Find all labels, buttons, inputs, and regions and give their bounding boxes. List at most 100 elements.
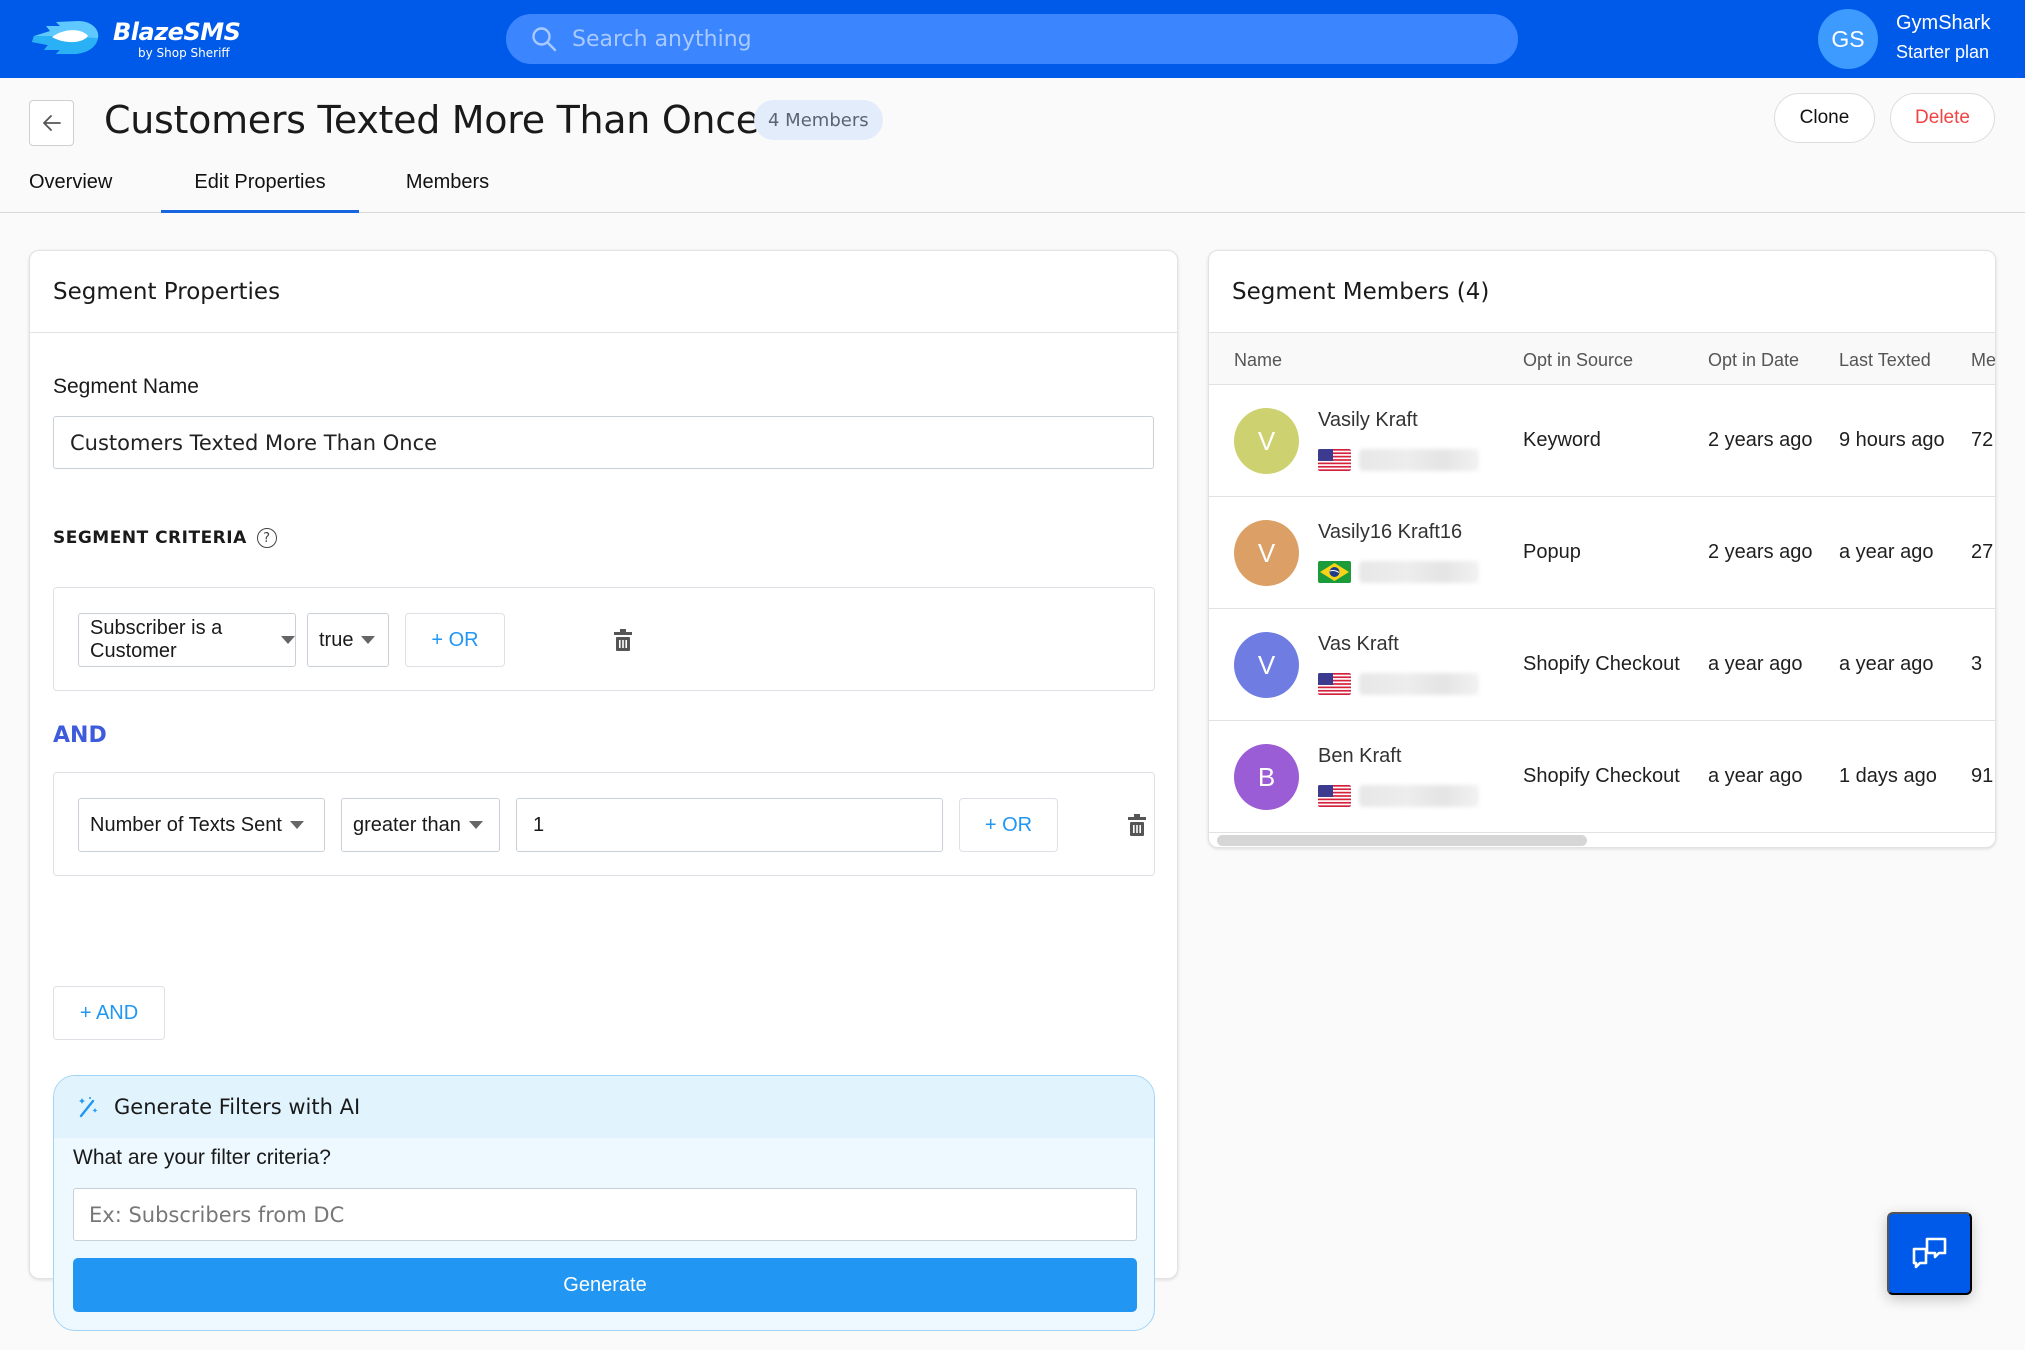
tab-members[interactable]: Members [380, 158, 515, 213]
member-opt-in-date: 2 years ago [1708, 429, 1813, 451]
column-header-opt-in-source[interactable]: Opt in Source [1523, 350, 1633, 371]
member-name[interactable]: Vasily Kraft [1318, 409, 1418, 432]
member-opt-in-source: Keyword [1523, 429, 1601, 451]
rule-field-value: Subscriber is a Customer [90, 617, 223, 662]
user-name[interactable]: GymShark [1896, 12, 1990, 35]
member-avatar: V [1234, 408, 1299, 474]
member-row[interactable]: V Vasily Kraft Keyword 2 years ago 9 hours a… [1209, 385, 1995, 497]
chat-bubbles-icon [1912, 1237, 1946, 1268]
member-name[interactable]: Ben Kraft [1318, 745, 1401, 768]
criteria-rule: Subscriber is a Customer true + OR [53, 587, 1155, 691]
rule-operator-select[interactable]: true [307, 613, 389, 667]
question-circle-icon[interactable]: ? [256, 528, 277, 548]
add-and-button[interactable]: + AND [53, 986, 165, 1040]
member-opt-in-source: Shopify Checkout [1523, 765, 1680, 787]
segment-criteria-label: SEGMENT CRITERIA [53, 528, 247, 548]
rule-operator-value: true [319, 628, 354, 651]
us-flag-icon [1318, 449, 1351, 471]
chevron-down-icon [281, 636, 295, 644]
add-or-button[interactable]: + OR [959, 798, 1058, 852]
chevron-down-icon [289, 821, 304, 829]
segment-members-count: (4) [1456, 279, 1490, 305]
rule-field-value: Number of Texts Sent [90, 813, 282, 836]
us-flag-icon [1318, 785, 1351, 807]
user-avatar[interactable]: GS [1818, 9, 1878, 69]
member-row[interactable]: V Vasily16 Kraft16 Popup 2 years ago a year … [1209, 497, 1995, 609]
brand: BlazeSMS by Shop Sheriff [113, 18, 241, 60]
brand-name: BlazeSMS [113, 18, 241, 46]
segment-name-label: Segment Name [53, 375, 199, 398]
search-icon [532, 27, 557, 52]
segment-properties-title: Segment Properties [30, 251, 1177, 333]
brazil-flag-icon [1318, 561, 1351, 583]
user-plan: Starter plan [1896, 42, 1990, 62]
segment-name-input[interactable] [53, 416, 1154, 469]
add-or-button[interactable]: + OR [405, 613, 505, 667]
chevron-down-icon [361, 636, 376, 644]
rule-operator-select[interactable]: greater than [341, 798, 500, 852]
top-bar: BlazeSMS by Shop Sheriff GS GymShark Sta… [0, 0, 2025, 78]
member-last-texted: a year ago [1839, 653, 1934, 675]
member-opt-in-source: Shopify Checkout [1523, 653, 1680, 675]
member-phone-redacted [1359, 561, 1479, 583]
segment-criteria-heading: SEGMENT CRITERIA ? [53, 528, 277, 548]
member-avatar: V [1234, 632, 1299, 698]
members-table-header: Name Opt in Source Opt in Date Last Text… [1209, 333, 1995, 385]
member-phone-redacted [1359, 449, 1479, 471]
trash-icon[interactable] [613, 628, 633, 652]
segment-members-title: Segment Members [1232, 279, 1450, 305]
generate-button[interactable]: Generate [73, 1258, 1137, 1312]
criteria-rule: Number of Texts Sent greater than + OR [53, 772, 1155, 876]
column-header-name[interactable]: Name [1234, 350, 1282, 371]
trash-icon[interactable] [1127, 813, 1147, 837]
column-header-opt-in-date[interactable]: Opt in Date [1708, 350, 1799, 371]
member-messages: 72 [1971, 429, 1994, 451]
rule-field-select[interactable]: Subscriber is a Customer [78, 613, 296, 667]
member-row[interactable]: B Ben Kraft Shopify Checkout a year ago 1 da… [1209, 721, 1995, 833]
members-count-badge: 4 Members [754, 100, 883, 140]
member-name[interactable]: Vas Kraft [1318, 633, 1399, 656]
arrow-left-icon [42, 115, 61, 131]
ai-filter-header: Generate Filters with AI [54, 1076, 1154, 1138]
chat-support-button[interactable] [1887, 1212, 1972, 1295]
column-header-messages[interactable]: Me [1971, 350, 1995, 371]
member-avatar: B [1234, 744, 1299, 810]
member-last-texted: a year ago [1839, 541, 1934, 563]
member-name[interactable]: Vasily16 Kraft16 [1318, 521, 1462, 544]
member-row[interactable]: V Vas Kraft Shopify Checkout a year ago a ye… [1209, 609, 1995, 721]
clone-button[interactable]: Clone [1774, 93, 1875, 143]
horizontal-scrollbar[interactable] [1217, 835, 1587, 846]
member-avatar: V [1234, 520, 1299, 586]
member-opt-in-source: Popup [1523, 541, 1581, 563]
search-bar[interactable] [506, 14, 1518, 64]
member-opt-in-date: a year ago [1708, 765, 1803, 787]
magic-wand-icon [79, 1097, 98, 1118]
ai-filter-question: What are your filter criteria? [73, 1146, 331, 1169]
segment-properties-card: Segment Properties Segment Name SEGMENT … [29, 250, 1178, 1331]
member-opt-in-date: a year ago [1708, 653, 1803, 675]
member-phone-redacted [1359, 673, 1479, 695]
tab-edit-properties[interactable]: Edit Properties [161, 158, 359, 213]
ai-filter-input[interactable] [73, 1188, 1137, 1241]
search-input[interactable] [572, 26, 1472, 52]
ai-filter-title: Generate Filters with AI [114, 1095, 361, 1119]
back-button[interactable] [29, 100, 74, 146]
tab-bar: Overview Edit Properties Members [0, 158, 2025, 213]
delete-button[interactable]: Delete [1890, 93, 1995, 143]
chevron-down-icon [468, 821, 483, 829]
ai-filter-generator: Generate Filters with AI What are your f… [53, 1075, 1155, 1331]
and-connector-label: AND [53, 723, 107, 748]
tab-overview[interactable]: Overview [29, 158, 129, 213]
member-last-texted: 1 days ago [1839, 765, 1937, 787]
member-phone-redacted [1359, 785, 1479, 807]
blazesms-logo-icon[interactable] [30, 14, 100, 62]
segment-members-heading: Segment Members (4) [1209, 251, 1995, 333]
member-last-texted: 9 hours ago [1839, 429, 1945, 451]
page-title: Customers Texted More Than Once [104, 98, 759, 142]
rule-value-input[interactable] [516, 798, 943, 852]
rule-field-select[interactable]: Number of Texts Sent [78, 798, 325, 852]
member-opt-in-date: 2 years ago [1708, 541, 1813, 563]
segment-members-card: Segment Members (4) Name Opt in Source O… [1208, 250, 1996, 848]
column-header-last-texted[interactable]: Last Texted [1839, 350, 1931, 371]
brand-subtitle: by Shop Sheriff [138, 46, 230, 60]
